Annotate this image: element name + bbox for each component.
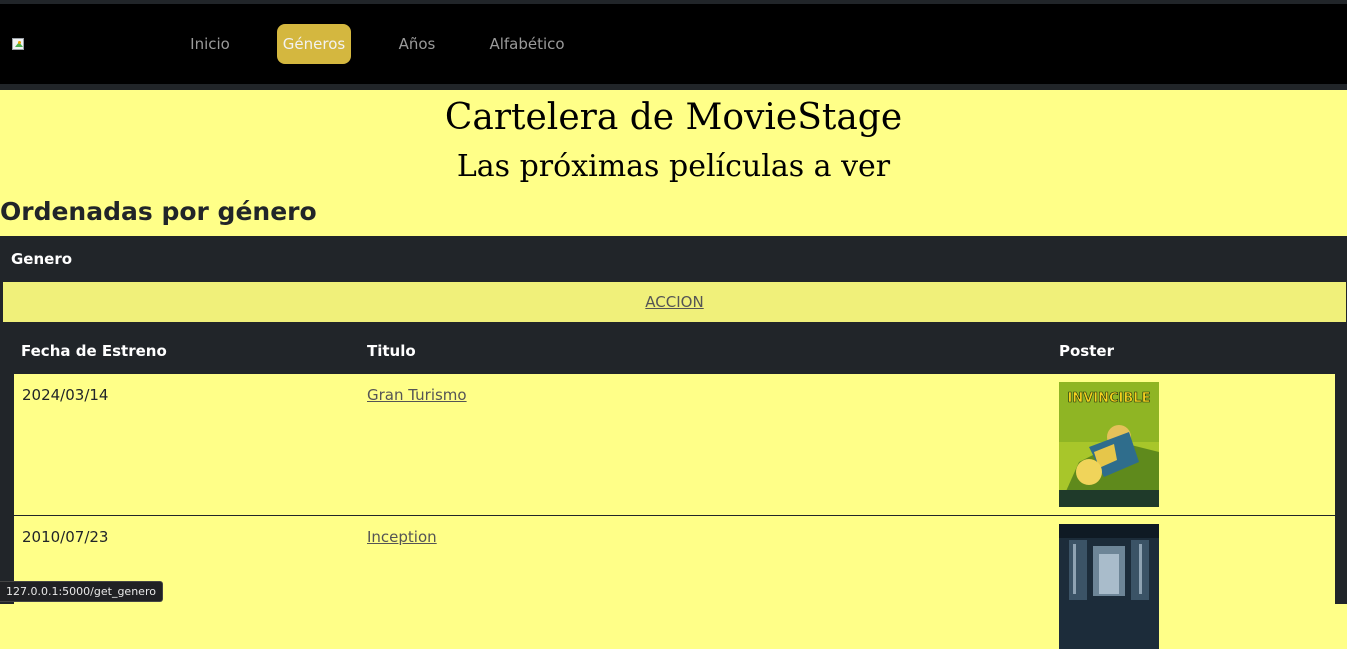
release-date: 2024/03/14 (22, 386, 109, 404)
invincible-poster-image[interactable]: INVINCIBLE (1059, 382, 1159, 507)
nav-item-generos[interactable]: Géneros (277, 24, 351, 64)
page-title: Cartelera de MovieStage (444, 97, 903, 138)
genre-table-header: Genero (11, 250, 73, 268)
inception-poster-image[interactable] (1059, 524, 1159, 649)
nav-item-inicio[interactable]: Inicio (183, 24, 237, 64)
broken-image-icon[interactable] (12, 38, 28, 52)
section-heading: Ordenadas por género (0, 197, 317, 226)
table-row: 2010/07/23 Inception (14, 516, 1335, 649)
inception-poster-svg (1059, 524, 1159, 649)
navbar-bottom-border (0, 84, 1347, 90)
navbar: Inicio Géneros Años Alfabético (0, 4, 1347, 84)
movie-title-link[interactable]: Gran Turismo (367, 386, 467, 404)
movie-title-link[interactable]: Inception (367, 528, 437, 546)
page-subtitle: Las próximas películas a ver (456, 149, 891, 184)
poster-title-text: INVINCIBLE (1068, 391, 1151, 406)
broken-image-frame (12, 38, 24, 50)
table-row: 2024/03/14 Gran Turismo INVINCIBLE (14, 374, 1335, 515)
genre-row: ACCION (3, 282, 1346, 322)
nav-item-alfabetico[interactable]: Alfabético (483, 24, 571, 64)
invincible-poster-svg: INVINCIBLE (1059, 382, 1159, 507)
column-header-poster: Poster (1059, 342, 1114, 360)
nav-item-anos[interactable]: Años (391, 24, 443, 64)
release-date: 2010/07/23 (22, 528, 109, 546)
column-header-date: Fecha de Estreno (21, 342, 167, 360)
status-bar-url: 127.0.0.1:5000/get_genero (0, 581, 163, 602)
genre-table: Genero ACCION Fecha de Estreno Titulo Po… (0, 236, 1347, 649)
broken-image-sun (18, 41, 21, 44)
column-header-title: Titulo (367, 342, 416, 360)
genre-link[interactable]: ACCION (645, 293, 703, 311)
